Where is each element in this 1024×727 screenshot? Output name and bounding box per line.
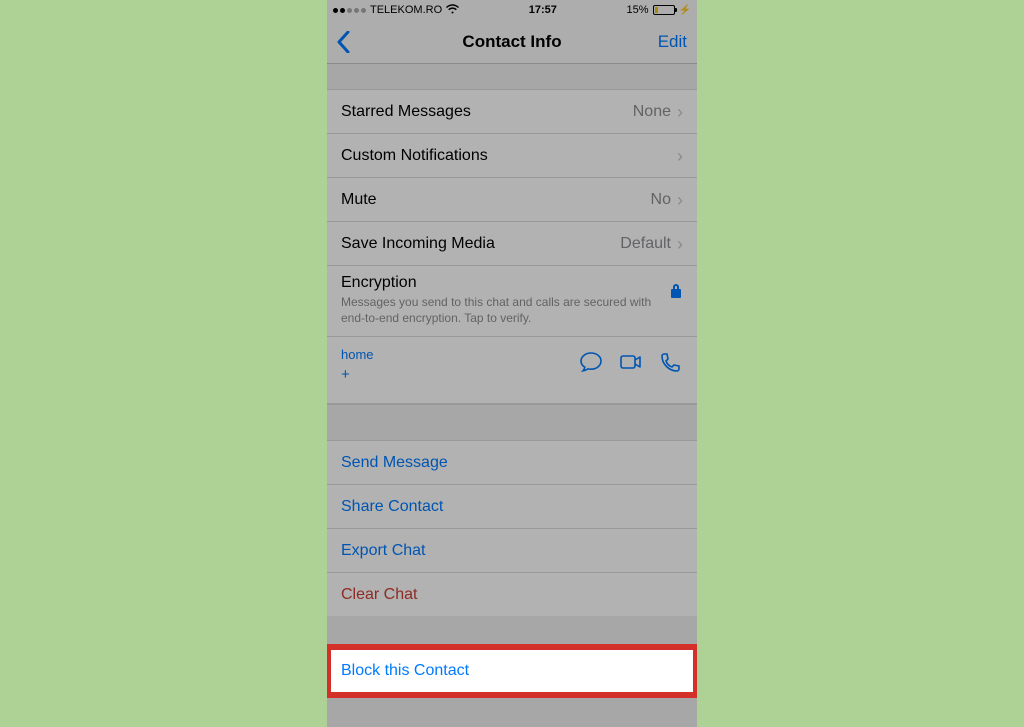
row-label: Block this Contact <box>341 662 469 680</box>
battery-icon <box>653 5 675 15</box>
battery-percent: 15% <box>627 4 649 16</box>
row-label: Share Contact <box>341 498 443 516</box>
row-value: Default <box>620 235 671 253</box>
row-label: Export Chat <box>341 542 425 560</box>
wifi-icon <box>446 4 459 17</box>
save-incoming-media-row[interactable]: Save Incoming Media Default › <box>327 221 697 265</box>
row-value: No <box>651 191 671 209</box>
row-label: Send Message <box>341 454 448 472</box>
edit-button[interactable]: Edit <box>658 32 687 52</box>
row-label: Clear Chat <box>341 586 417 604</box>
share-contact-row[interactable]: Share Contact <box>327 484 697 528</box>
nav-bar: Contact Info Edit <box>327 20 697 64</box>
chevron-right-icon: › <box>677 147 683 165</box>
custom-notifications-row[interactable]: Custom Notifications › <box>327 133 697 177</box>
phone-number: + <box>341 366 374 383</box>
starred-messages-row[interactable]: Starred Messages None › <box>327 89 697 133</box>
row-label: Mute <box>341 191 377 209</box>
video-icon[interactable] <box>619 351 643 378</box>
phone-icon[interactable] <box>659 351 683 378</box>
carrier-label: TELEKOM.RO <box>370 4 442 16</box>
lock-icon <box>669 282 683 305</box>
block-this-contact-row[interactable]: Block this Contact <box>327 648 697 694</box>
status-time: 17:57 <box>529 4 557 16</box>
mute-row[interactable]: Mute No › <box>327 177 697 221</box>
clear-chat-row[interactable]: Clear Chat <box>327 572 697 616</box>
status-bar: TELEKOM.RO 17:57 15% ⚡ <box>327 0 697 20</box>
charging-icon: ⚡ <box>679 5 691 16</box>
row-value: None <box>633 103 671 121</box>
row-label: Save Incoming Media <box>341 235 495 253</box>
page-title: Contact Info <box>327 32 697 52</box>
chevron-left-icon <box>337 31 350 53</box>
actions-group: Send Message Share Contact Export Chat C… <box>327 440 697 616</box>
message-icon[interactable] <box>579 351 603 378</box>
chevron-right-icon: › <box>677 191 683 209</box>
contact-phone-row[interactable]: home + <box>327 336 697 404</box>
row-label: Custom Notifications <box>341 147 488 165</box>
encryption-row[interactable]: Encryption Messages you send to this cha… <box>327 265 697 336</box>
settings-group: Starred Messages None › Custom Notificat… <box>327 89 697 336</box>
chevron-right-icon: › <box>677 103 683 121</box>
encryption-subtitle: Messages you send to this chat and calls… <box>341 294 659 326</box>
phone-screen: TELEKOM.RO 17:57 15% ⚡ Contact Info Edit… <box>327 0 697 727</box>
back-button[interactable] <box>337 31 350 53</box>
export-chat-row[interactable]: Export Chat <box>327 528 697 572</box>
send-message-row[interactable]: Send Message <box>327 440 697 484</box>
row-label: Starred Messages <box>341 103 471 121</box>
chevron-right-icon: › <box>677 235 683 253</box>
encryption-title: Encryption <box>341 274 659 292</box>
phone-type-label: home <box>341 347 374 362</box>
signal-dots-icon <box>333 8 366 13</box>
